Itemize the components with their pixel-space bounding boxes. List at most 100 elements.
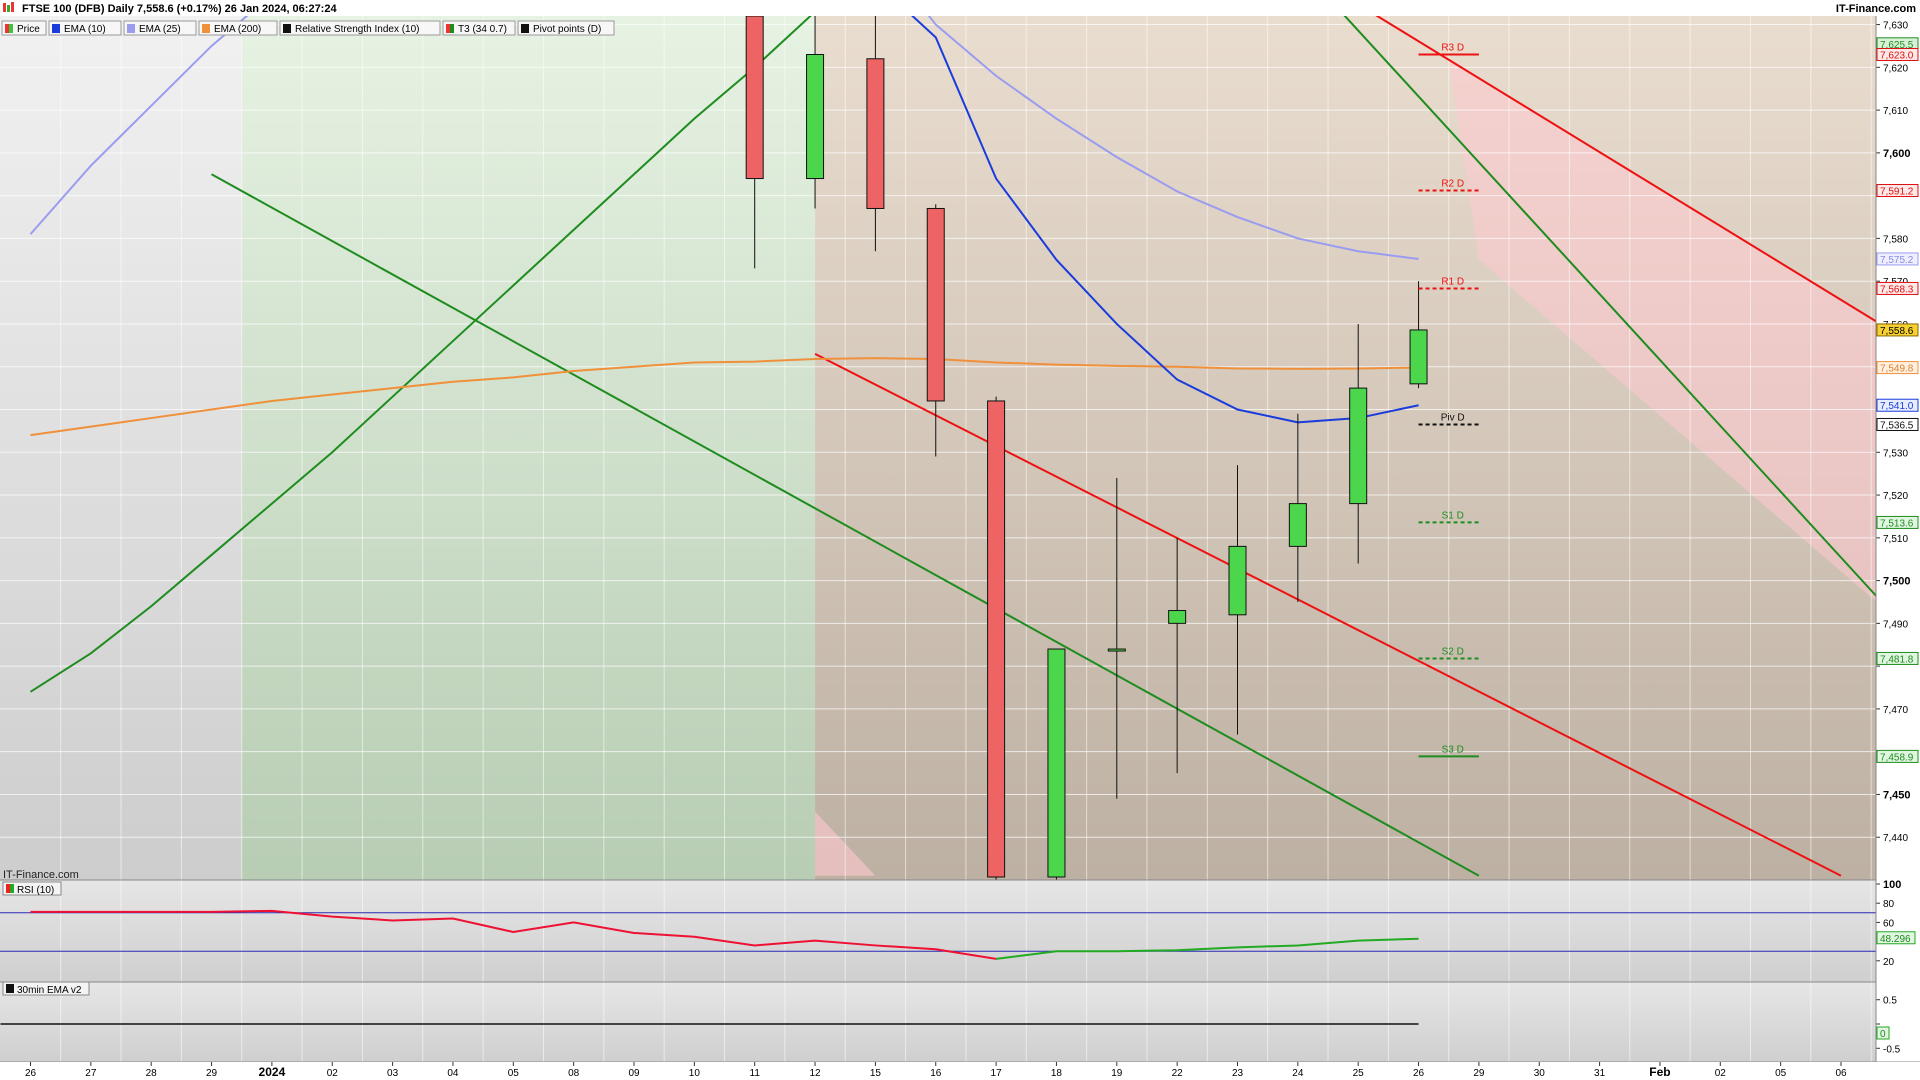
x-tick-label: 02 xyxy=(327,1068,339,1079)
legend-label: Pivot points (D) xyxy=(533,24,601,35)
svg-text:7,541.0: 7,541.0 xyxy=(1880,401,1914,412)
axis-value-badge: 7,541.0 xyxy=(1876,398,1919,412)
pivot-label: S1 D xyxy=(1442,510,1464,521)
svg-text:7,623.0: 7,623.0 xyxy=(1880,50,1914,61)
rsi-y-tick-label: 60 xyxy=(1883,918,1895,929)
axis-value-badge: 7,568.3 xyxy=(1876,281,1919,295)
axis-value-badge: 7,558.6 xyxy=(1876,323,1919,337)
x-tick-label: 29 xyxy=(1473,1068,1485,1079)
x-tick-label: 18 xyxy=(1051,1068,1063,1079)
legend-item-price[interactable]: Price xyxy=(1,20,47,36)
ema-value-badge: 0 xyxy=(1876,1026,1890,1040)
pivot-label: R1 D xyxy=(1441,276,1464,287)
pivot-label: R3 D xyxy=(1441,42,1464,53)
candle-body-up xyxy=(1168,610,1187,624)
pivot-label: S2 D xyxy=(1442,646,1464,657)
x-tick-label: 15 xyxy=(870,1068,882,1079)
rsi-y-tick-label: 100 xyxy=(1883,879,1901,891)
y-tick-label: 7,520 xyxy=(1883,491,1908,502)
x-tick-label: 28 xyxy=(146,1068,158,1079)
chart-title: FTSE 100 (DFB) Daily 7,558.6 (+0.17%) 26… xyxy=(22,3,337,15)
legend-item-ema-200[interactable]: EMA (200) xyxy=(198,20,278,36)
x-tick-label: 25 xyxy=(1353,1068,1365,1079)
axis-value-badge: 7,458.9 xyxy=(1876,749,1919,763)
svg-text:7,549.8: 7,549.8 xyxy=(1880,364,1914,375)
y-tick-label: 7,600 xyxy=(1883,148,1911,160)
x-tick-label: 04 xyxy=(447,1068,459,1079)
candle[interactable] xyxy=(1047,648,1066,880)
trading-chart[interactable]: 7,440 7,450 7,470 7,490 7,500 7,510 7,520 7,530… xyxy=(0,0,1920,1080)
x-tick-label: 08 xyxy=(568,1068,580,1079)
candle-body-up xyxy=(1349,387,1368,505)
x-tick-label: 05 xyxy=(1775,1068,1787,1079)
y-tick-label: 7,610 xyxy=(1883,106,1908,117)
y-tick-label: 7,470 xyxy=(1883,705,1908,716)
rsi-panel-label[interactable]: RSI (10) xyxy=(2,881,62,896)
y-tick-label: 7,530 xyxy=(1883,448,1908,459)
legend-label: Relative Strength Index (10) xyxy=(295,24,420,35)
legend-label: EMA (10) xyxy=(64,24,106,35)
candle-body-down xyxy=(745,15,764,180)
brand-label[interactable]: IT-Finance.com xyxy=(1836,3,1916,15)
pivot-label: R2 D xyxy=(1441,179,1464,190)
x-tick-label: 30 xyxy=(1534,1068,1546,1079)
x-tick-label: 26 xyxy=(1413,1068,1425,1079)
axis-value-badge: 7,536.5 xyxy=(1876,417,1919,431)
legend-item-t3-34-0-7[interactable]: T3 (34 0.7) xyxy=(442,20,516,36)
svg-text:7,591.2: 7,591.2 xyxy=(1880,187,1914,198)
axis-value-badge: 7,575.2 xyxy=(1876,252,1919,266)
x-tick-label: 2024 xyxy=(259,1065,286,1079)
svg-text:7,568.3: 7,568.3 xyxy=(1880,284,1914,295)
x-tick-label: 27 xyxy=(85,1068,97,1079)
candle[interactable] xyxy=(987,396,1006,880)
x-tick-label: 11 xyxy=(750,1068,761,1079)
rsi-y-tick-label: 80 xyxy=(1883,899,1895,910)
pivot-label: S3 D xyxy=(1442,744,1464,755)
legend-item-ema-10[interactable]: EMA (10) xyxy=(48,20,122,36)
legend-swatch xyxy=(127,24,135,33)
y-tick-label: 7,620 xyxy=(1883,63,1908,74)
legend-label: EMA (200) xyxy=(214,24,261,35)
axis-value-badge: 7,513.6 xyxy=(1876,515,1919,529)
legend-label: EMA (25) xyxy=(139,24,181,35)
candle-body-up xyxy=(1288,503,1307,547)
candle-body-down xyxy=(987,400,1006,878)
x-tick-label: 03 xyxy=(387,1068,399,1079)
svg-text:7,558.6: 7,558.6 xyxy=(1880,326,1914,337)
axis-value-badge: 7,481.8 xyxy=(1876,651,1919,665)
legend-item-ema-25[interactable]: EMA (25) xyxy=(123,20,197,36)
legend-item-pivot-points-d[interactable]: Pivot points (D) xyxy=(517,20,615,36)
candle-body-up xyxy=(1047,648,1066,878)
legend-swatch xyxy=(52,24,60,33)
x-tick-label: 29 xyxy=(206,1068,218,1079)
ema-y-tick-label: 0.5 xyxy=(1883,996,1897,1007)
x-tick-label: 05 xyxy=(508,1068,520,1079)
x-tick-label: 23 xyxy=(1232,1068,1244,1079)
y-tick-label: 7,580 xyxy=(1883,234,1908,245)
legend-swatch xyxy=(202,24,210,33)
x-tick-label: Feb xyxy=(1649,1065,1670,1079)
x-tick-label: 10 xyxy=(689,1068,701,1079)
svg-text:7,575.2: 7,575.2 xyxy=(1880,255,1914,266)
svg-text:48.296: 48.296 xyxy=(1880,934,1911,945)
rsi-panel-background xyxy=(0,880,1876,982)
svg-text:7,536.5: 7,536.5 xyxy=(1880,420,1914,431)
ema-panel-label[interactable]: 30min EMA v2 xyxy=(2,981,90,996)
x-tick-label: 22 xyxy=(1172,1068,1184,1079)
y-tick-label: 7,450 xyxy=(1883,789,1911,801)
axis-value-badge: 7,591.2 xyxy=(1876,184,1919,198)
candle-body-down xyxy=(866,58,885,209)
x-tick-label: 24 xyxy=(1292,1068,1304,1079)
watermark: IT-Finance.com xyxy=(3,869,79,881)
candle-body-down xyxy=(926,207,945,402)
x-tick-label: 09 xyxy=(628,1068,640,1079)
svg-text:0: 0 xyxy=(1880,1029,1886,1040)
ema-y-tick-label: -0.5 xyxy=(1883,1044,1901,1055)
x-tick-label: 12 xyxy=(809,1068,821,1079)
svg-text:RSI (10): RSI (10) xyxy=(17,885,54,896)
svg-text:30min EMA v2: 30min EMA v2 xyxy=(17,985,82,996)
ema-panel-background xyxy=(0,982,1876,1062)
legend-item-relative-strength-index-10[interactable]: Relative Strength Index (10) xyxy=(279,20,441,36)
legend-label: Price xyxy=(17,24,40,35)
y-tick-label: 7,630 xyxy=(1883,21,1908,32)
